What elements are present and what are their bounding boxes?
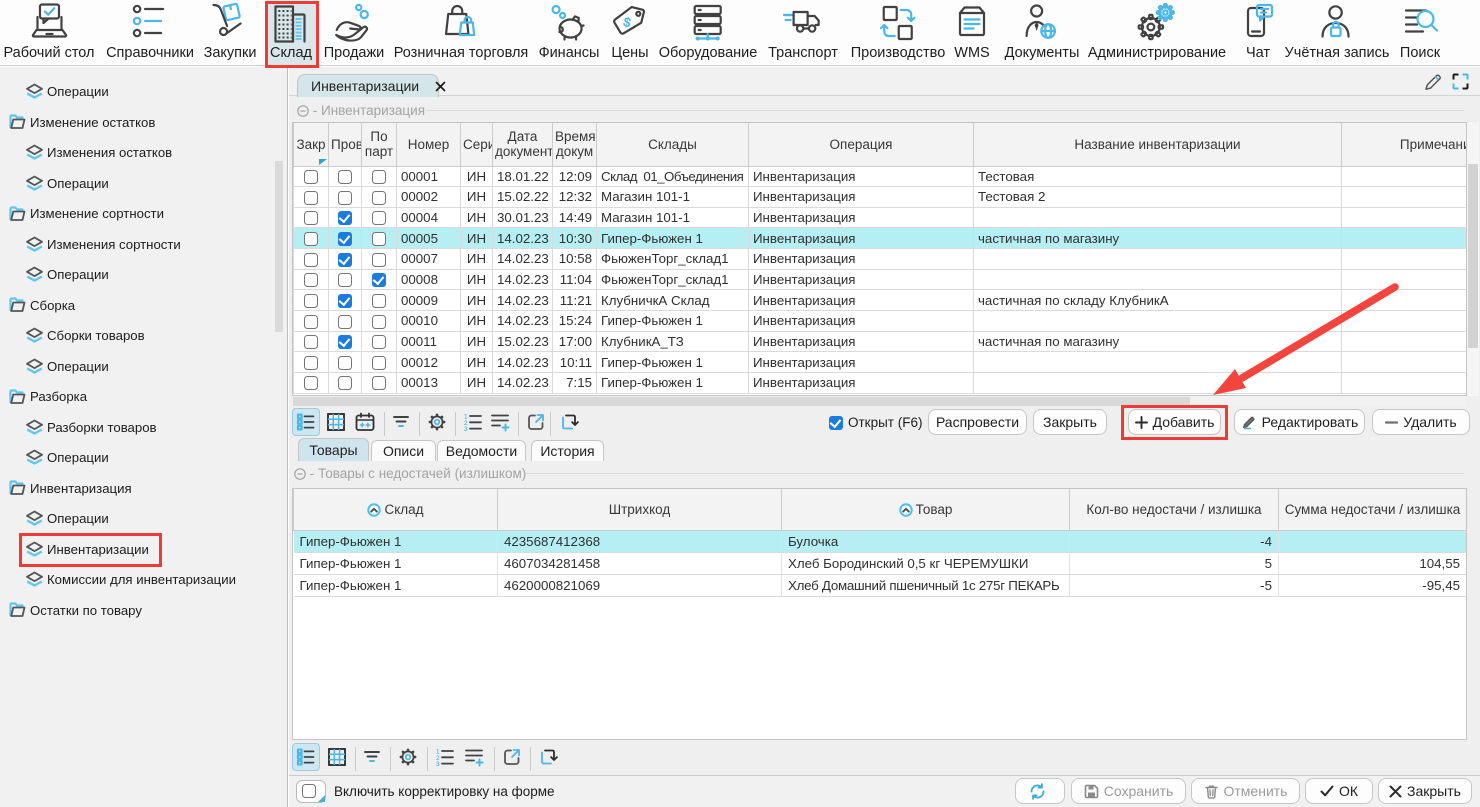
svg-text:3: 3 bbox=[464, 426, 468, 433]
svg-text:3: 3 bbox=[436, 761, 440, 768]
